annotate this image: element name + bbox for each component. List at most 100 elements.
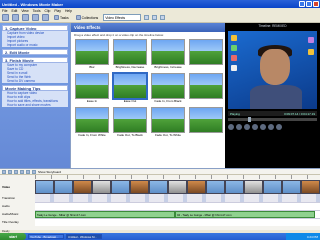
effect-item[interactable] bbox=[188, 39, 224, 69]
video-clip[interactable] bbox=[301, 180, 320, 194]
taskbar-button[interactable]: YouTube - Broadcast... bbox=[28, 234, 64, 239]
tasks-button-label: Tasks bbox=[60, 15, 69, 20]
task-group-finish: 3. Finish Movie Save to my computer Save… bbox=[2, 57, 68, 83]
play-timeline-icon[interactable] bbox=[20, 169, 24, 174]
split-icon[interactable] bbox=[268, 124, 274, 130]
menu-view[interactable]: View bbox=[21, 9, 28, 13]
task-group-title[interactable]: 2. Edit Movie bbox=[2, 49, 68, 55]
menu-file[interactable]: File bbox=[2, 9, 7, 13]
open-project-icon[interactable] bbox=[12, 14, 19, 21]
view-options-icon[interactable] bbox=[160, 15, 166, 20]
show-storyboard-button[interactable]: Show Storyboard bbox=[38, 170, 61, 174]
title-overlay-track[interactable] bbox=[35, 218, 320, 226]
video-clip[interactable] bbox=[168, 180, 187, 194]
video-clip[interactable] bbox=[73, 180, 92, 194]
video-clip[interactable] bbox=[149, 180, 168, 194]
effect-item[interactable]: Fade Out, To Black bbox=[112, 107, 148, 137]
video-clip[interactable] bbox=[282, 180, 301, 194]
zoom-out-icon[interactable] bbox=[8, 169, 12, 174]
snapshot-icon[interactable] bbox=[276, 124, 282, 130]
menu-clip[interactable]: Clip bbox=[45, 9, 51, 13]
save-project-icon[interactable] bbox=[22, 14, 29, 21]
video-clip[interactable] bbox=[35, 180, 54, 194]
rewind-icon[interactable] bbox=[14, 169, 18, 174]
playback-status-bar: Playing 0:09:07.14 / 0:04:17.19 bbox=[228, 111, 317, 116]
audio-levels-icon[interactable] bbox=[32, 169, 36, 174]
effect-label bbox=[188, 133, 224, 137]
effect-label: Blur bbox=[89, 65, 95, 69]
video-clip[interactable] bbox=[187, 180, 206, 194]
effect-label: Brightness, Increase bbox=[154, 65, 182, 69]
effect-item[interactable] bbox=[188, 107, 224, 137]
new-project-icon[interactable] bbox=[2, 14, 9, 21]
effect-item[interactable]: Fade In, From Black bbox=[150, 73, 186, 103]
seek-handle[interactable] bbox=[248, 117, 251, 122]
timeline-ruler[interactable] bbox=[35, 175, 320, 179]
stop-icon[interactable] bbox=[236, 124, 242, 130]
taskbar: start YouTube - Broadcast... Untitled - … bbox=[0, 233, 320, 240]
play-icon[interactable] bbox=[228, 124, 234, 130]
menu-help[interactable]: Help bbox=[65, 9, 72, 13]
redo-icon[interactable] bbox=[42, 14, 49, 21]
undo-icon[interactable] bbox=[32, 14, 39, 21]
collection-select[interactable]: Video Effects bbox=[103, 14, 142, 21]
previous-frame-icon[interactable] bbox=[244, 124, 250, 130]
effect-item[interactable]: Fade In, From White bbox=[74, 107, 110, 137]
effect-thumbnail bbox=[151, 39, 185, 65]
effect-item[interactable]: Ease Out bbox=[112, 72, 148, 103]
effect-thumbnail bbox=[75, 39, 109, 65]
audio-track[interactable] bbox=[35, 202, 320, 210]
task-link[interactable]: Import audio or music bbox=[2, 43, 68, 47]
video-clip[interactable] bbox=[54, 180, 73, 194]
track-label-title: Title Overlay bbox=[2, 220, 19, 224]
effect-item[interactable]: Blur bbox=[74, 39, 110, 69]
effect-item[interactable] bbox=[188, 73, 224, 103]
task-link[interactable]: Send to DV camera bbox=[2, 79, 68, 83]
effect-thumbnail bbox=[151, 107, 185, 133]
menu-edit[interactable]: Edit bbox=[11, 9, 17, 13]
video-clip[interactable] bbox=[206, 180, 225, 194]
video-clip[interactable] bbox=[244, 180, 263, 194]
narrate-icon[interactable] bbox=[26, 169, 30, 174]
clock: 4:24 PM bbox=[306, 234, 318, 239]
video-clip[interactable] bbox=[263, 180, 282, 194]
menu-tools[interactable]: Tools bbox=[33, 9, 41, 13]
next-frame-icon[interactable] bbox=[252, 124, 258, 130]
task-link[interactable]: How to save and share movies bbox=[2, 103, 68, 107]
system-tray: 4:24 PM bbox=[286, 233, 320, 240]
effect-label: Fade In, From Black bbox=[154, 99, 182, 103]
zoom-in-icon[interactable] bbox=[2, 169, 6, 174]
collections-pane: Video Effects Drag a video effect and dr… bbox=[70, 23, 225, 168]
transition-track[interactable] bbox=[35, 194, 320, 202]
tasks-icon bbox=[54, 15, 59, 20]
fullscreen-icon[interactable] bbox=[260, 124, 266, 130]
video-clip[interactable] bbox=[111, 180, 130, 194]
video-clip[interactable] bbox=[130, 180, 149, 194]
tasks-button[interactable]: Tasks bbox=[52, 14, 71, 21]
collections-button[interactable]: Collections bbox=[74, 14, 101, 21]
effect-item[interactable]: Brightness, Increase bbox=[150, 39, 186, 69]
maximize-button[interactable] bbox=[306, 1, 312, 7]
task-group-edit: 2. Edit Movie bbox=[2, 49, 68, 55]
effect-thumbnail bbox=[113, 107, 147, 133]
menu-play[interactable]: Play bbox=[54, 9, 61, 13]
video-clip[interactable] bbox=[225, 180, 244, 194]
effect-item[interactable]: Brightness, Decrease bbox=[112, 39, 148, 69]
effect-item[interactable]: Fade Out, To White bbox=[150, 107, 186, 137]
taskbar-button[interactable]: Untitled - Windows M... bbox=[66, 234, 102, 239]
up-folder-icon[interactable] bbox=[144, 15, 150, 20]
close-button[interactable] bbox=[313, 1, 319, 7]
new-folder-icon[interactable] bbox=[152, 15, 158, 20]
video-clip[interactable] bbox=[92, 180, 111, 194]
effect-label: Ease In bbox=[86, 99, 98, 103]
collections-icon bbox=[75, 15, 81, 20]
music-clip[interactable]: Taaly Le Gunge - Mbar @ hfmm17.com bbox=[35, 211, 175, 218]
desktop-icon bbox=[231, 65, 237, 71]
effect-label: Brightness, Decrease bbox=[115, 65, 145, 69]
music-clip[interactable]: 04 - Taaly Le Gunge - Mbar @ hfmm17.com bbox=[175, 211, 315, 218]
start-button[interactable]: start bbox=[0, 233, 26, 240]
window-title: Untitled - Windows Movie Maker bbox=[2, 1, 64, 7]
minimize-button[interactable] bbox=[299, 1, 305, 7]
effect-item[interactable]: Ease In bbox=[74, 73, 110, 103]
seek-bar[interactable] bbox=[228, 117, 317, 122]
